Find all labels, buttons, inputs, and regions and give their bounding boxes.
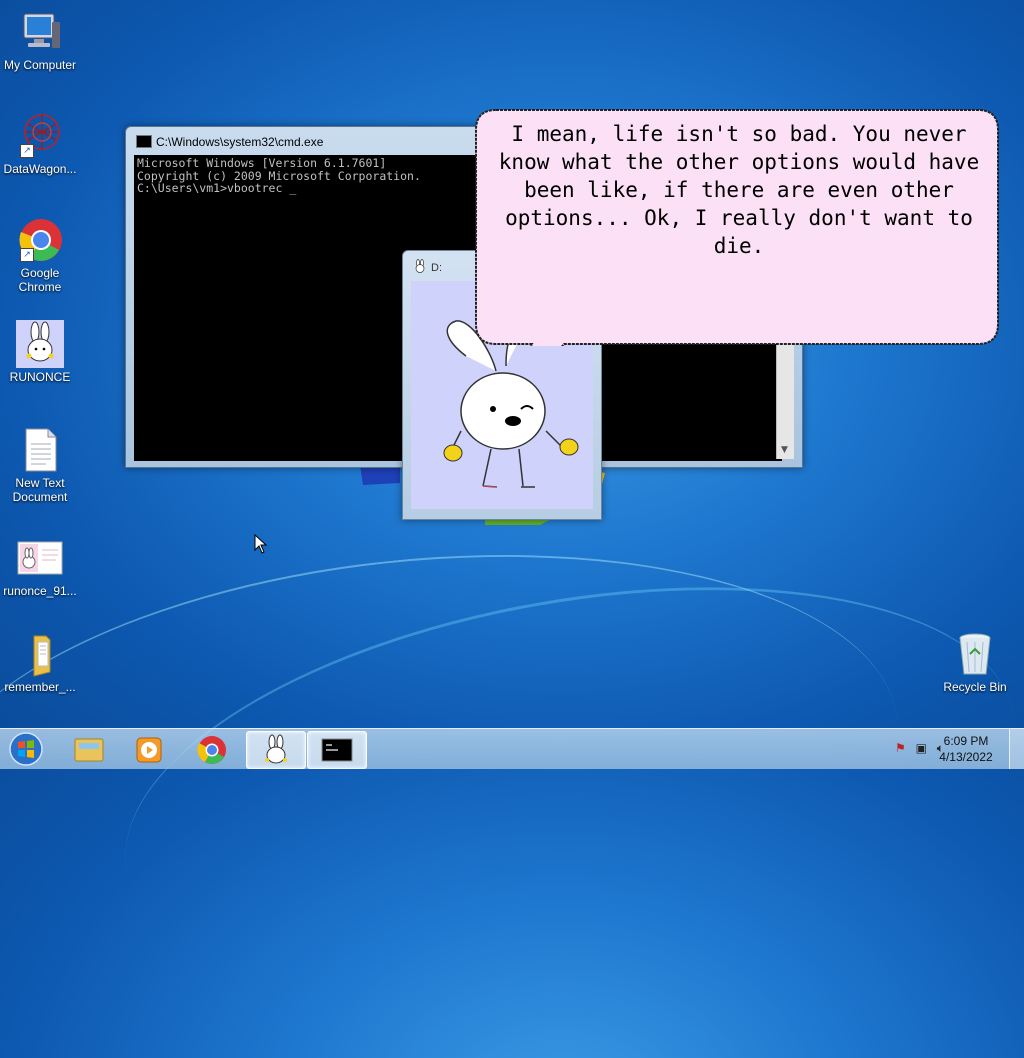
desktop-icon-remember-folder[interactable]: remember_... bbox=[0, 630, 80, 694]
desktop-icon-label: RUNONCE bbox=[9, 370, 71, 384]
desktop-icon-runonce[interactable]: RUNONCE bbox=[0, 320, 80, 384]
taskbar-chrome-button[interactable] bbox=[183, 731, 241, 767]
network-icon[interactable]: ▣ bbox=[916, 741, 927, 755]
desktop-icon-label: My Computer bbox=[3, 58, 77, 72]
speech-bubble-text: I mean, life isn't so bad. You never kno… bbox=[498, 122, 980, 258]
cmd-icon bbox=[321, 738, 353, 762]
chrome-icon bbox=[197, 736, 226, 764]
desktop-icon-recycle-bin[interactable]: Recycle Bin bbox=[935, 630, 1015, 694]
desktop-icon-label: runonce_91... bbox=[3, 584, 77, 598]
clock-time: 6:09 PM bbox=[943, 734, 989, 748]
mouse-cursor-icon bbox=[254, 534, 268, 554]
image-file-icon bbox=[16, 534, 64, 582]
desktop-icon-datawagon[interactable]: ↗ DataWagon... bbox=[0, 112, 80, 176]
start-button[interactable] bbox=[6, 731, 46, 767]
folder-icon bbox=[16, 630, 64, 678]
shortcut-arrow-icon: ↗ bbox=[20, 144, 34, 158]
clock-date: 4/13/2022 bbox=[939, 750, 993, 764]
d-window-title: D: bbox=[431, 262, 442, 274]
taskbar: ⚑ ▣ 🔈︎ 6:09 PM 4/13/2022 bbox=[0, 728, 1024, 769]
desktop-icon-label: Recycle Bin bbox=[943, 680, 1007, 694]
text-document-icon bbox=[16, 426, 64, 474]
desktop-icon-label: remember_... bbox=[4, 680, 76, 694]
taskbar-explorer-button[interactable] bbox=[60, 731, 118, 767]
cmd-icon bbox=[136, 135, 152, 148]
computer-icon bbox=[16, 8, 64, 56]
desktop-icon-runonce-image[interactable]: runonce_91... bbox=[0, 534, 80, 598]
recycle-bin-icon bbox=[951, 630, 999, 678]
scroll-down-arrow-icon[interactable]: ▼ bbox=[781, 445, 788, 455]
datawagon-icon: ↗ bbox=[16, 112, 64, 160]
chrome-icon: ↗ bbox=[16, 216, 64, 264]
taskbar-runonce-button[interactable] bbox=[246, 731, 306, 769]
desktop-icon-label: DataWagon... bbox=[3, 162, 77, 176]
bunny-icon bbox=[16, 320, 64, 368]
taskbar-media-player-button[interactable] bbox=[120, 731, 178, 767]
taskbar-cmd-button[interactable] bbox=[307, 731, 367, 769]
bunny-icon bbox=[265, 734, 287, 764]
desktop-icon-label: Google Chrome bbox=[18, 266, 62, 294]
cmd-window-titlebar[interactable]: C:\Windows\system32\cmd.exe bbox=[136, 135, 323, 149]
cmd-window-title: C:\Windows\system32\cmd.exe bbox=[156, 135, 324, 149]
desktop-icon-my-computer[interactable]: My Computer bbox=[0, 8, 80, 72]
bunny-icon bbox=[415, 259, 425, 273]
shortcut-arrow-icon: ↗ bbox=[20, 248, 34, 262]
taskbar-clock[interactable]: 6:09 PM 4/13/2022 bbox=[936, 733, 996, 765]
desktop-icon-new-text-document[interactable]: New Text Document bbox=[0, 426, 80, 504]
explorer-folder-icon bbox=[74, 738, 104, 762]
media-player-icon bbox=[136, 737, 162, 763]
desktop-icon-label: New Text Document bbox=[12, 476, 68, 504]
show-desktop-button[interactable] bbox=[1009, 729, 1024, 769]
desktop-icon-google-chrome[interactable]: ↗ Google Chrome bbox=[0, 216, 80, 294]
action-center-flag-icon[interactable]: ⚑ bbox=[895, 741, 906, 755]
